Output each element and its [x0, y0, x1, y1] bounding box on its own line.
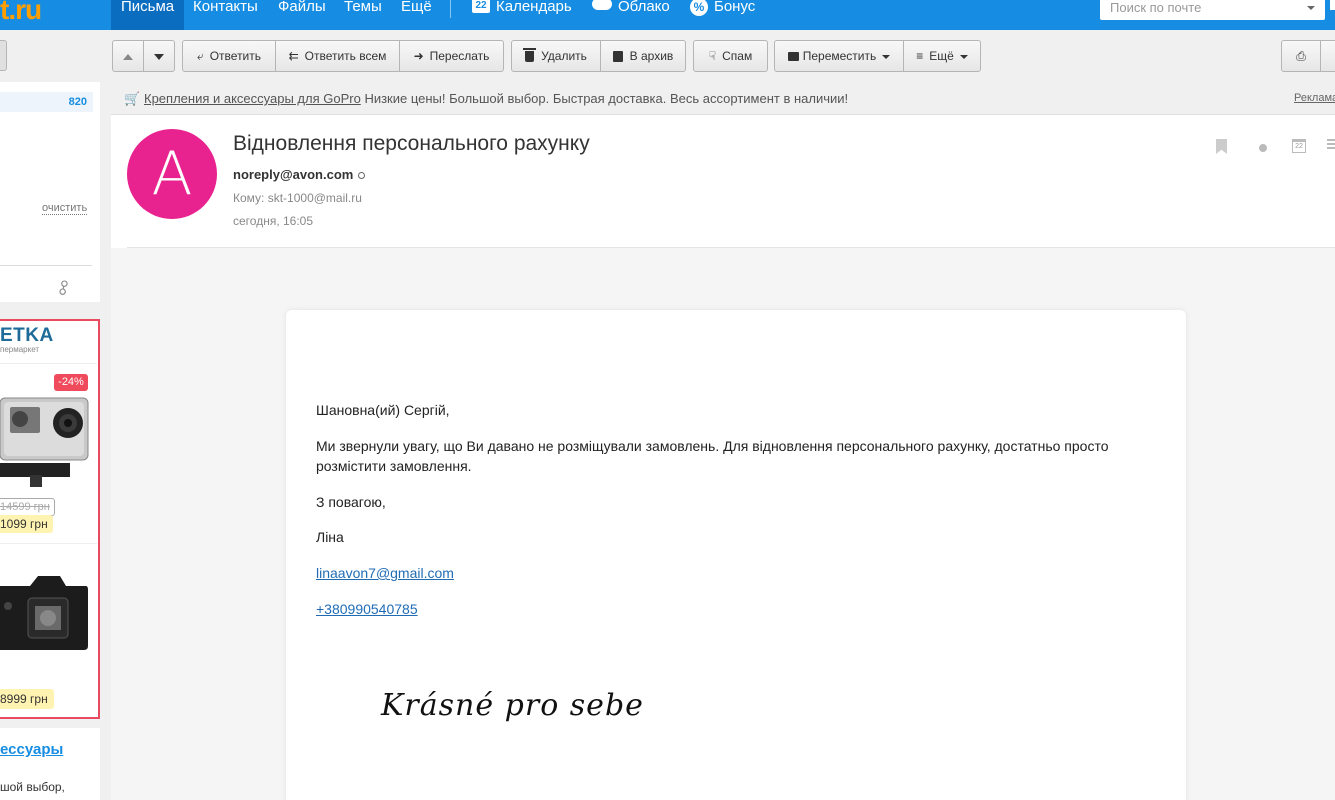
ad-subtitle: пермаркет	[0, 345, 40, 354]
reply-all-button[interactable]: ⇇ Ответить всем	[275, 40, 400, 72]
arrow-down-icon	[154, 53, 164, 60]
delete-button[interactable]: Удалить	[511, 40, 601, 72]
message-toolbar: ⤶ Ответить ⇇ Ответить всем ➜ Переслать Удал…	[110, 30, 1335, 80]
nav-themes[interactable]: Темы	[344, 0, 382, 30]
arrow-up-icon	[123, 53, 133, 60]
reply-all-icon: ⇇	[288, 49, 299, 63]
attachment-icon[interactable]: ☍	[52, 277, 76, 300]
chevron-down-icon	[882, 54, 891, 59]
left-sidebar: 820 очистить ☍ ETKA пермаркет -24% 14599…	[0, 30, 105, 800]
dslr-camera-image[interactable]	[0, 566, 90, 656]
new-price-2: 8999 грн	[0, 689, 54, 709]
divider	[0, 265, 92, 266]
search-input[interactable]: Поиск по почте	[1100, 0, 1325, 20]
gopro-camera-image[interactable]	[0, 393, 90, 488]
menu-icon[interactable]	[1327, 139, 1335, 149]
thumbs-down-icon: ☟	[708, 49, 717, 63]
more-actions-button[interactable]: ≡ Ещё	[903, 40, 981, 72]
cart-icon: 🛒	[124, 91, 141, 106]
search-edge	[1330, 0, 1335, 10]
sender-email[interactable]: noreply@avon.com	[233, 167, 366, 182]
ad-strip-link[interactable]: Крепления и аксессуары для GoPro	[144, 91, 361, 106]
cloud-icon	[592, 0, 612, 10]
nav-calendar[interactable]: 22 Календарь	[472, 0, 572, 30]
phone-link-row: +380990540785	[316, 599, 418, 619]
reply-button[interactable]: ⤶ Ответить	[182, 40, 276, 72]
chevron-down-icon	[959, 54, 968, 59]
toolbar-edge-button[interactable]	[1320, 40, 1335, 72]
compose-button-edge[interactable]	[0, 40, 7, 71]
old-price: 14599 грн	[0, 498, 55, 516]
move-button[interactable]: Переместить	[774, 40, 904, 72]
folder-panel: 820 очистить ☍	[0, 82, 100, 302]
nav-separator	[450, 0, 451, 18]
email-link[interactable]: linaavon7@gmail.com	[316, 565, 454, 581]
calendar-icon[interactable]: 22	[1292, 139, 1306, 153]
calendar-icon: 22	[472, 0, 490, 13]
reading-pane: 🛒 Крепления и аксессуары для GoPro Низки…	[111, 81, 1335, 800]
archive-button[interactable]: В архив	[600, 40, 686, 72]
email-card: Шановна(ий) Сергій, Ми звернули увагу, щ…	[286, 310, 1186, 800]
bookmark-icon[interactable]	[1216, 139, 1227, 154]
nav-contacts[interactable]: Контакты	[193, 0, 258, 30]
regards: З повагою,	[316, 494, 386, 510]
nav-cloud[interactable]: Облако	[592, 0, 670, 30]
nav-files[interactable]: Файлы	[278, 0, 326, 30]
recipient: Кому: skt-1000@mail.ru	[233, 191, 362, 205]
trash-icon	[523, 48, 537, 63]
reply-icon: ⤶	[196, 49, 204, 63]
forward-button[interactable]: ➜ Переслать	[399, 40, 504, 72]
inbox-count: 820	[68, 96, 87, 108]
search-dropdown-icon[interactable]	[1307, 6, 1315, 10]
rozetka-ad[interactable]: ETKA пермаркет -24% 14599 грн 1099 грн 8…	[0, 319, 100, 719]
divider	[0, 363, 97, 364]
text-ad-body: шой выбор,	[0, 780, 65, 794]
bonus-icon: %	[690, 0, 708, 16]
unread-dot-icon[interactable]	[1259, 144, 1267, 152]
nav-mail[interactable]: Письма	[111, 0, 185, 30]
print-button[interactable]: ⎙	[1281, 40, 1321, 72]
prev-message-button[interactable]	[112, 40, 144, 72]
spam-button[interactable]: ☟ Спам	[693, 40, 768, 72]
ad-strip-text: Крепления и аксессуары для GoPro Низкие …	[144, 91, 849, 106]
body-paragraph: Ми звернули увагу, що Ви давано не розмі…	[316, 438, 1109, 474]
forward-icon: ➜	[413, 49, 424, 63]
email-link-row: linaavon7@gmail.com	[316, 563, 454, 583]
list-icon: ≡	[916, 49, 924, 63]
printer-icon: ⎙	[1296, 49, 1306, 63]
greeting: Шановна(ий) Сергій,	[316, 402, 450, 418]
next-message-button[interactable]	[143, 40, 175, 72]
discount-badge: -24%	[54, 374, 88, 391]
divider	[0, 543, 97, 544]
inbox-folder[interactable]: 820	[0, 92, 93, 112]
top-nav: t.ru Письма Контакты Файлы Темы Ещё 22 Ка…	[0, 0, 1335, 30]
folder-icon	[787, 52, 799, 62]
mail-logo[interactable]: t.ru	[0, 0, 42, 26]
message-date: сегодня, 16:05	[233, 214, 314, 228]
clear-link[interactable]: очистить	[42, 202, 88, 215]
nav-bonus[interactable]: % Бонус	[690, 0, 755, 30]
text-ad[interactable]: ессуары шой выбор,	[0, 728, 100, 800]
nav-more[interactable]: Ещё	[401, 0, 432, 30]
ad-label[interactable]: Реклама	[1294, 92, 1335, 104]
archive-icon	[612, 51, 623, 63]
text-ad-link[interactable]: ессуары	[0, 741, 63, 758]
avon-slogan-image: Krásné pro sebe	[381, 688, 644, 723]
ad-logo: ETKA	[0, 325, 54, 346]
signature-name: Ліна	[316, 529, 344, 545]
phone-link[interactable]: +380990540785	[316, 601, 418, 617]
message-body: Шановна(ий) Сергій, Ми звернули увагу, щ…	[111, 248, 1335, 800]
search-icon[interactable]	[358, 172, 366, 180]
new-price: 1099 грн	[0, 515, 53, 533]
message-subject: Відновлення персонального рахунку	[233, 132, 590, 155]
ad-strip: 🛒 Крепления и аксессуары для GoPro Низки…	[111, 81, 1335, 115]
sender-avatar: A	[127, 129, 217, 219]
